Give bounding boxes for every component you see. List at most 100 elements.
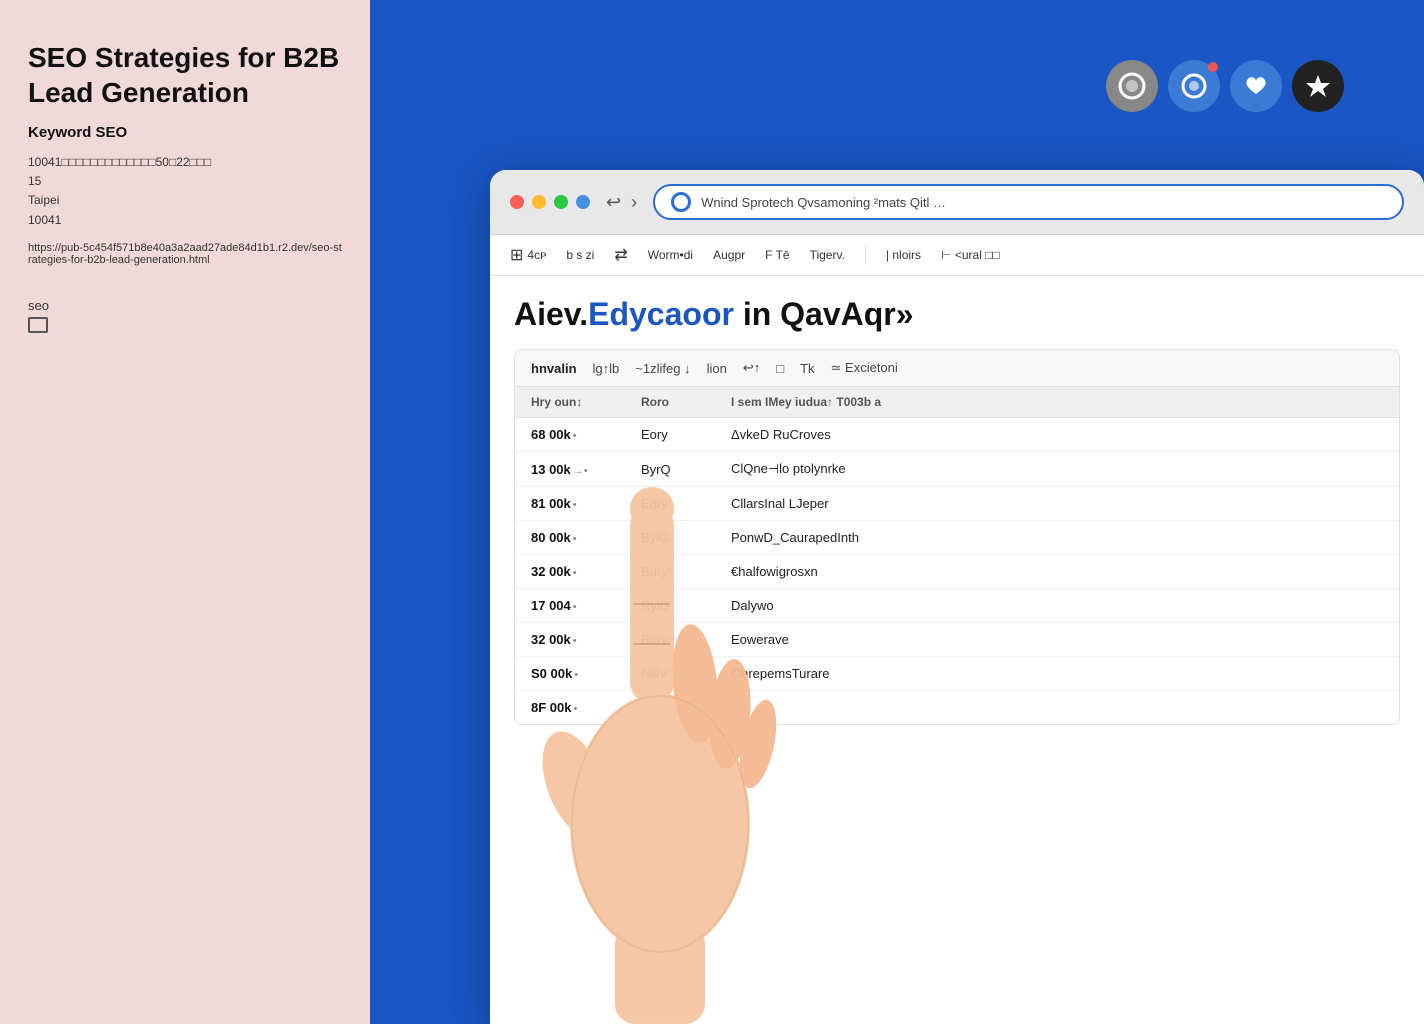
icon-wrap-3 [1230,60,1282,112]
col-header-desc: I sem IMey iudua↑ T003b a [731,395,1383,409]
notification-dot [1208,62,1218,72]
toolbar-item-1[interactable]: ⊞ 4ᴄᴘ [510,245,546,265]
row-vol: 8F 00k• [531,700,641,715]
toolbar-item-7[interactable]: Tigerv. [810,248,845,262]
toolbar-label-9: ⊢ <ural □□ [941,248,1000,262]
icon-circle-3 [1230,60,1282,112]
row-code: BylG [641,530,731,545]
page-title: SEO Strategies for B2B Lead Generation [28,40,342,110]
row-vol: S0 00k• [531,666,641,681]
browser-logo [671,192,691,212]
toolbar-label-2: b s zi [566,248,594,262]
sidebar-meta: 10041□□□□□□□□□□□□□50□22□□□ 15 Taipei 100… [28,153,342,230]
col-header-vol: Hry oun↕ [531,395,641,409]
main-area: ↩ › Wnind Sprotech Qvsamoning ²mats Qitl… [370,0,1424,1024]
data-table: hnvalin lg↑lb ~1zlifeg ↓ lion ↩↑ □ Tk ≃ … [514,349,1400,725]
icon-wrap-1 [1106,60,1158,112]
row-vol: 68 00k• [531,427,641,442]
sidebar-subtitle: Keyword SEO [28,124,342,141]
address-bar-text: Wnind Sprotech Qvsamoning ²mats Qitl … [701,195,1386,210]
nav-back-icon[interactable]: ↩ [606,192,621,213]
table-toolbar-hnvalin[interactable]: hnvalin [531,361,577,376]
row-vol: 81 00k• [531,496,641,511]
table-row: 81 00k• Egry CllarsInal LJeper [515,487,1399,521]
row-code: Bory [641,632,731,647]
app-toolbar: ⊞ 4ᴄᴘ b s zi ⇄ Worm•di Augpr F Tē Tigerv… [490,235,1424,276]
col-header-code: Roro [641,395,731,409]
toolbar-label-8: | nloirs [886,248,921,262]
row-desc: Dalywo [731,598,1383,613]
toolbar-label-7: Tigerv. [810,248,845,262]
row-vol: 32 00k• [531,564,641,579]
toolbar-label-4: Worm•di [648,248,693,262]
icon-circle-4 [1292,60,1344,112]
table-row: 17 004• RylG Dalywo [515,589,1399,623]
toolbar-item-2[interactable]: b s zi [566,248,594,262]
icon-circle-1 [1106,60,1158,112]
row-desc: €halfowigrosxn [731,564,1383,579]
row-code: Eory [641,427,731,442]
icon-wrap-2 [1168,60,1220,112]
tag-seo: seo [28,298,342,313]
meta-line3: Taipei [28,191,342,210]
table-row: 68 00k• Eory ΔvkeD RuCroves [515,418,1399,452]
maximize-button[interactable] [554,195,568,209]
table-row: S0 00k• NillV OhrepemsTurare [515,657,1399,691]
row-code: NillV [641,666,731,681]
top-icons-area [1106,60,1344,112]
row-desc: ClQne⊣lo ptolynrke [731,461,1383,477]
toolbar-separator [865,245,866,265]
toolbar-label-6: F Tē [765,248,789,262]
table-toolbar-excietion[interactable]: ≃ Excietoni [831,360,898,376]
tag-box-icon [28,317,48,333]
toolbar-item-4[interactable]: Worm•di [648,248,693,262]
address-bar[interactable]: Wnind Sprotech Qvsamoning ²mats Qitl … [653,184,1404,220]
table-toolbar-sort[interactable]: ↩↑ [743,360,760,376]
row-code: Egry [641,496,731,511]
sidebar-url: https://pub-5c454f571b8e40a3a2aad27ade84… [28,242,342,266]
row-vol: 80 00k• [531,530,641,545]
app-content: Aiev.Edycaoor in QavAqr» hnvalin lg↑lb ~… [490,276,1424,745]
toolbar-item-8[interactable]: | nloirs [886,248,921,262]
toolbar-icon-3: ⇄ [614,245,627,265]
table-toolbar-box[interactable]: □ [776,361,784,376]
toolbar-item-6[interactable]: F Tē [765,248,789,262]
row-code: RylG [641,598,731,613]
table-toolbar-tk[interactable]: Tk [800,361,814,376]
tag-icon [28,317,342,336]
browser-chrome: ↩ › Wnind Sprotech Qvsamoning ²mats Qitl… [490,170,1424,235]
table-row: 80 00k• BylG PonwD_CaurapedInth [515,521,1399,555]
extra-button[interactable] [576,195,590,209]
heading-plain: Aiev. [514,296,588,332]
table-toolbar: hnvalin lg↑lb ~1zlifeg ↓ lion ↩↑ □ Tk ≃ … [515,350,1399,387]
row-desc: CllarsInal LJeper [731,496,1383,511]
sidebar-tags: seo [28,298,342,336]
row-desc: PonwD_CaurapedInth [731,530,1383,545]
app-heading: Aiev.Edycaoor in QavAqr» [514,296,1400,333]
row-desc: ΔvkeD RuCroves [731,427,1383,442]
traffic-lights [510,195,590,209]
toolbar-item-3[interactable]: ⇄ [614,245,627,265]
row-code: ByrQ [641,462,731,477]
toolbar-item-5[interactable]: Augpr [713,248,745,262]
toolbar-icon-1: ⊞ [510,245,523,265]
row-vol: 13 00k→• [531,462,641,477]
row-vol: 32 00k• [531,632,641,647]
row-vol: 17 004• [531,598,641,613]
table-row: 32 00k• Bory Eowerave [515,623,1399,657]
table-toolbar-filter[interactable]: ~1zlifeg ↓ [635,361,690,376]
toolbar-label-1: 4ᴄᴘ [527,248,546,262]
table-toolbar-lion[interactable]: lion [707,361,727,376]
row-desc: Eowerave [731,632,1383,647]
minimize-button[interactable] [532,195,546,209]
toolbar-item-9[interactable]: ⊢ <ural □□ [941,248,1000,262]
table-toolbar-lgtb[interactable]: lg↑lb [593,361,620,376]
toolbar-label-5: Augpr [713,248,745,262]
table-header: Hry oun↕ Roro I sem IMey iudua↑ T003b a [515,387,1399,418]
heading-blue: Edycaoor [588,296,734,332]
close-button[interactable] [510,195,524,209]
table-row: 32 00k• Bury €halfowigrosxn [515,555,1399,589]
meta-line1: 10041□□□□□□□□□□□□□50□22□□□ [28,153,342,172]
nav-forward-icon[interactable]: › [631,192,637,213]
meta-line2: 15 [28,172,342,191]
